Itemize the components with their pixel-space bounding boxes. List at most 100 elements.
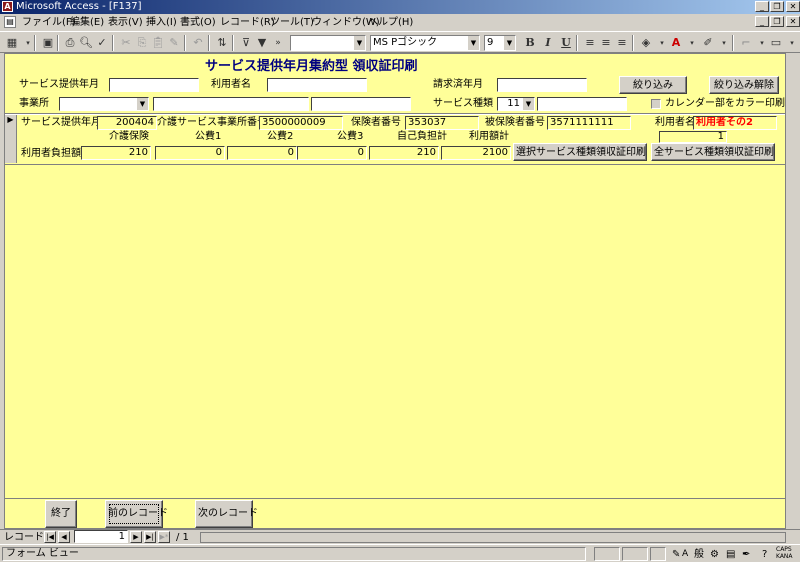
print-icon[interactable]: ⎙ xyxy=(62,35,78,51)
menu-records[interactable]: レコード(R) xyxy=(220,16,275,29)
burden-care-insurance[interactable]: 210 xyxy=(81,146,151,160)
font-color-icon[interactable]: A xyxy=(668,35,684,51)
calendar-color-checkbox[interactable] xyxy=(651,99,661,109)
menu-insert[interactable]: 挿入(I) xyxy=(146,16,177,29)
filter-user-name-input[interactable] xyxy=(267,78,367,92)
align-right-icon[interactable]: ≡ xyxy=(614,35,630,51)
insurer-no-label: 保険者番号 xyxy=(351,117,401,128)
next-record-button[interactable]: 次のレコード xyxy=(195,500,258,528)
chevron-down-icon[interactable]: ▼ xyxy=(523,98,534,110)
record-user-name-field[interactable]: 利用者その2 xyxy=(693,116,777,130)
menu-format[interactable]: 書式(O) xyxy=(180,16,216,29)
filter-button[interactable]: 絞り込み xyxy=(619,76,687,94)
line-width-icon[interactable]: ⌐ xyxy=(738,35,754,51)
print-all-receipt-button[interactable]: 全サービス種類領収証印刷 xyxy=(651,143,775,161)
ime-pen-icon[interactable]: ✎ xyxy=(672,548,680,561)
record-count-field[interactable]: 1 xyxy=(659,131,727,143)
menu-help[interactable]: ヘルプ(H) xyxy=(368,16,413,29)
burden-self-pay-total[interactable]: 210 xyxy=(369,146,439,160)
service-type-combo[interactable]: 11 ▼ xyxy=(497,97,535,111)
burden-public1[interactable]: 0 xyxy=(155,146,225,160)
office-name-field[interactable] xyxy=(153,97,309,111)
record-service-month-field[interactable]: 200404 xyxy=(97,116,157,130)
print-selected-receipt-button[interactable]: 選択サービス種類領収証印刷 xyxy=(513,143,647,161)
service-type-name-field[interactable] xyxy=(537,97,627,111)
menu-tools[interactable]: ツール(T) xyxy=(270,16,314,29)
title-bar: Microsoft Access - [F137] xyxy=(0,0,800,14)
menu-view[interactable]: 表示(V) xyxy=(108,16,143,29)
menu-file[interactable]: ファイル(F) xyxy=(22,16,76,29)
sort-icon[interactable]: ⇅ xyxy=(214,35,230,51)
record-number-input[interactable]: 1 xyxy=(74,530,128,543)
form-vertical-scrollbar[interactable] xyxy=(786,53,800,529)
spelling-icon[interactable]: ✓ xyxy=(94,35,110,51)
ime-mode-text[interactable]: 般 xyxy=(694,548,704,561)
last-record-icon[interactable]: ▶| xyxy=(144,531,156,543)
ime-convert-icon[interactable]: ⚙ xyxy=(710,548,719,561)
align-center-icon[interactable]: ≡ xyxy=(598,35,614,51)
fill-color-icon[interactable]: ◈ xyxy=(638,35,654,51)
italic-button[interactable]: I xyxy=(540,35,556,51)
filter-form-icon[interactable]: ▼ xyxy=(254,35,270,51)
more-buttons-icon[interactable]: » xyxy=(270,35,286,51)
special-effect-icon[interactable]: ▭ xyxy=(768,35,784,51)
new-record-icon[interactable]: ▶* xyxy=(158,531,170,543)
form-doc-icon[interactable]: ▤ xyxy=(4,16,16,28)
record-selector[interactable]: ▶ xyxy=(5,115,17,163)
align-left-icon[interactable]: ≡ xyxy=(582,35,598,51)
form-body: サービス提供年月集約型 領収証印刷 サービス提供年月 利用者名 請求済年月 絞り… xyxy=(4,53,786,529)
close-icon[interactable]: ✕ xyxy=(786,1,800,12)
chevron-down-icon[interactable]: ▼ xyxy=(503,36,515,50)
font-color-dropdown-icon[interactable]: ▾ xyxy=(684,35,700,51)
print-preview-icon[interactable]: 🔍︎ xyxy=(78,35,94,51)
ime-a-icon[interactable]: A xyxy=(682,548,688,561)
chevron-down-icon[interactable]: ▼ xyxy=(353,36,365,50)
office-extra-field[interactable] xyxy=(311,97,411,111)
prev-record-button[interactable]: 前のレコード xyxy=(105,500,168,528)
font-name-combo[interactable]: MS Pゴシック ▼ xyxy=(370,35,480,51)
access-icon[interactable]: A xyxy=(2,1,13,12)
chevron-down-icon[interactable]: ▼ xyxy=(467,36,479,50)
insurer-no-field[interactable]: 353037 xyxy=(405,116,479,130)
save-icon[interactable]: ▣ xyxy=(40,35,56,51)
exit-button[interactable]: 終了 xyxy=(45,500,77,528)
bold-button[interactable]: B xyxy=(522,35,538,51)
line-color-icon[interactable]: ✐ xyxy=(700,35,716,51)
doc-minimize-icon[interactable]: _ xyxy=(755,16,769,27)
restore-icon[interactable]: ❐ xyxy=(770,1,784,12)
view-icon[interactable]: ▦ xyxy=(4,35,20,51)
doc-restore-icon[interactable]: ❐ xyxy=(770,16,784,27)
menu-edit[interactable]: 編集(E) xyxy=(70,16,104,29)
paste-icon[interactable]: 📋︎ xyxy=(150,35,166,51)
copy-icon[interactable]: ⎘ xyxy=(134,35,150,51)
burden-public2[interactable]: 0 xyxy=(227,146,297,160)
prev-record-icon[interactable]: ◀ xyxy=(58,531,70,543)
filter-billed-month-input[interactable] xyxy=(497,78,587,92)
ime-help-icon[interactable]: ? xyxy=(762,548,767,561)
font-size-combo[interactable]: 9 ▼ xyxy=(484,35,516,51)
doc-close-icon[interactable]: ✕ xyxy=(786,16,800,27)
burden-public3[interactable]: 0 xyxy=(297,146,367,160)
filter-clear-button[interactable]: 絞り込み解除 xyxy=(709,76,779,94)
filter-service-month-input[interactable] xyxy=(109,78,199,92)
special-effect-dropdown-icon[interactable]: ▾ xyxy=(784,35,800,51)
insured-no-field[interactable]: 3571111111 xyxy=(547,116,631,130)
cut-icon[interactable]: ✂ xyxy=(118,35,134,51)
ime-pad-icon[interactable]: ▤ xyxy=(726,548,735,561)
provider-no-field[interactable]: 3500000009 xyxy=(259,116,343,130)
horizontal-scrollbar[interactable] xyxy=(200,532,786,543)
first-record-icon[interactable]: |◀ xyxy=(44,531,56,543)
office-combo[interactable]: ▼ xyxy=(59,97,149,111)
underline-button[interactable]: U xyxy=(558,35,574,51)
undo-icon[interactable]: ↶ xyxy=(190,35,206,51)
object-combo[interactable]: ▼ xyxy=(290,35,366,51)
col-header-public1: 公費1 xyxy=(195,131,222,142)
filter-selection-icon[interactable]: ⊽ xyxy=(238,35,254,51)
chevron-down-icon[interactable]: ▼ xyxy=(137,98,148,110)
minimize-icon[interactable]: _ xyxy=(755,1,769,12)
format-painter-icon[interactable]: ✎ xyxy=(166,35,182,51)
burden-usage-total[interactable]: 2100 xyxy=(441,146,511,160)
line-color-dropdown-icon[interactable]: ▾ xyxy=(716,35,732,51)
next-record-icon[interactable]: ▶ xyxy=(130,531,142,543)
ime-dict-icon[interactable]: ✒ xyxy=(742,548,750,561)
